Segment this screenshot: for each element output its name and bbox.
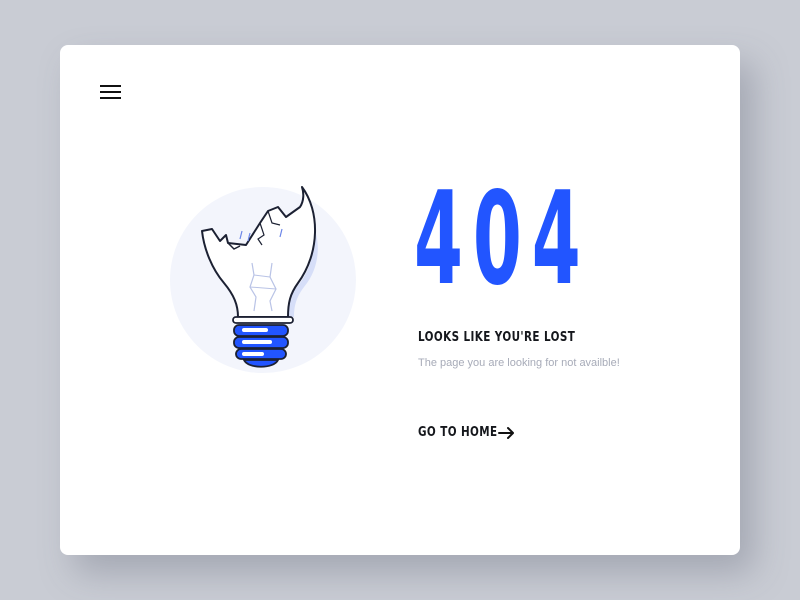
go-to-home-label: GO TO HOME — [418, 425, 498, 440]
menu-line — [100, 97, 121, 99]
error-headline: LOOKS LIKE YOU'RE LOST — [418, 330, 576, 345]
error-code: 404 — [414, 165, 591, 314]
error-card: 404 LOOKS LIKE YOU'RE LOST The page you … — [60, 45, 740, 555]
page-background: 404 LOOKS LIKE YOU'RE LOST The page you … — [0, 0, 800, 600]
menu-line — [100, 91, 121, 93]
broken-lightbulb-icon — [168, 183, 358, 375]
go-to-home-button[interactable]: GO TO HOME — [418, 425, 516, 440]
arrow-right-icon — [498, 426, 516, 440]
error-message: The page you are looking for not availbl… — [418, 357, 620, 369]
hamburger-menu-icon[interactable] — [98, 81, 124, 103]
menu-line — [100, 85, 121, 87]
